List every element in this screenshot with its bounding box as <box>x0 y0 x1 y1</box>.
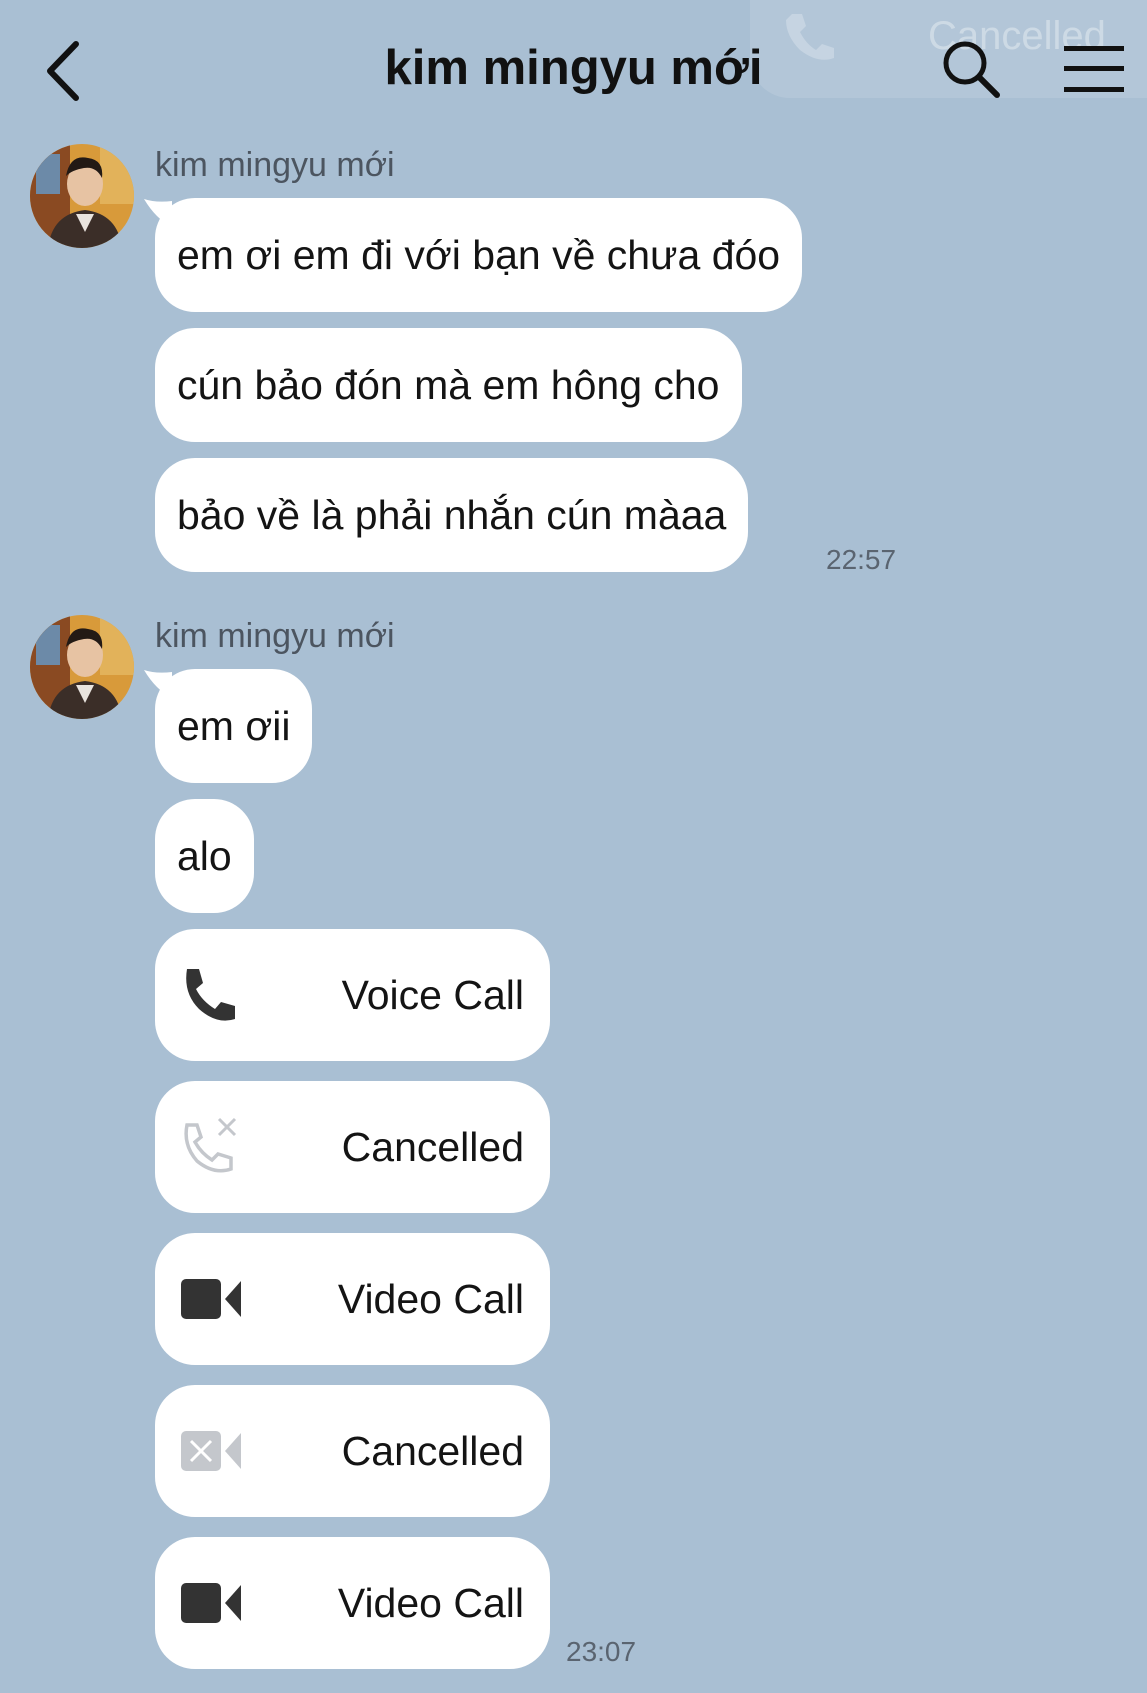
cancelled-voice-call-bubble[interactable]: Cancelled <box>155 1081 550 1213</box>
call-label: Voice Call <box>341 972 524 1018</box>
video-call-bubble[interactable]: Video Call <box>155 1537 550 1669</box>
video-camera-icon <box>181 1583 241 1623</box>
video-call-bubble[interactable]: Video Call <box>155 1233 550 1365</box>
voice-call-bubble[interactable]: Voice Call <box>155 929 550 1061</box>
avatar[interactable] <box>30 615 134 719</box>
video-camera-icon <box>181 1279 241 1319</box>
call-label: Video Call <box>337 1276 524 1322</box>
call-label: Cancelled <box>341 1428 524 1474</box>
call-label: Cancelled <box>341 1124 524 1170</box>
call-label: Video Call <box>337 1580 524 1626</box>
chat-header: kim mingyu mới <box>0 0 1147 140</box>
sender-name: kim mingyu mới <box>155 146 395 184</box>
video-cancelled-icon <box>181 1431 241 1471</box>
phone-icon <box>186 969 235 1021</box>
message-timestamp: 22:57 <box>826 544 897 575</box>
message-bubble[interactable]: alo <box>155 799 254 913</box>
message-bubble[interactable]: em ơi em đi với bạn về chưa đóo <box>155 198 803 312</box>
hamburger-menu-icon[interactable] <box>1062 44 1126 94</box>
cancelled-video-call-bubble[interactable]: Cancelled <box>155 1385 550 1517</box>
avatar[interactable] <box>30 144 134 248</box>
message-timestamp: 23:07 <box>566 1636 637 1667</box>
message-bubble[interactable]: em ơii <box>155 669 313 783</box>
sender-name: kim mingyu mới <box>155 617 395 655</box>
search-icon[interactable] <box>940 38 1002 100</box>
message-bubble[interactable]: bảo về là phải nhắn cún màaa <box>155 458 749 572</box>
message-bubble[interactable]: cún bảo đón mà em hông cho <box>155 328 742 442</box>
phone-cancelled-icon <box>184 1117 237 1173</box>
